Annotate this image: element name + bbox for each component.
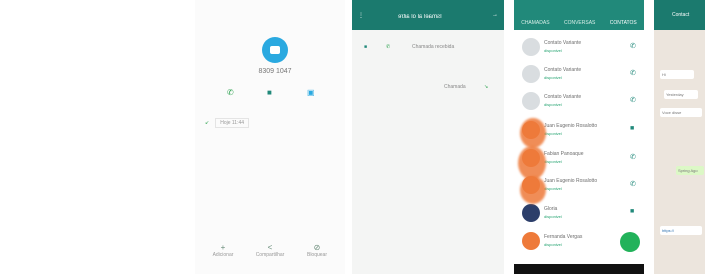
call-log-panel: Ismael al ol aitre ⋮ → ■ ✆ Chamada receb… [352,0,504,274]
add-icon: + [220,243,226,252]
avatar [522,65,540,83]
block-icon: ⊘ [313,243,321,252]
contact-status: disponivel [544,214,562,219]
contact-status: disponivel [544,131,562,136]
share-icon: < [267,243,273,252]
message-bubble: Hi [660,70,694,79]
block-button[interactable]: ⊘ Bloquear [297,243,337,258]
contact-info-panel: 8309 1047 ✆ ■ ▣ ↙ Hoje 11:44 + Adicionar … [195,0,345,274]
message-bubble: Yesterday [664,90,698,99]
avatar [522,232,540,250]
contact-name: Juan Eugenio Rosalotto [544,178,598,184]
call-icon[interactable]: ✆ [630,42,636,50]
phone-number: 8309 1047 [258,68,292,75]
contact-name: Contato Variante [544,67,582,73]
new-chat-button[interactable] [620,232,640,252]
contact-status: disponivel [544,75,562,80]
contact-status: disponivel [544,186,562,191]
contacts-panel: CHAMADAS CONVERSAS CONTATOS Contato Vari… [514,0,644,274]
call-log-label: Chamada recebida [412,44,455,50]
video-avatar-icon [262,37,288,63]
chat-header-name: Contact [672,12,690,18]
tab-bar: CHAMADAS CONVERSAS CONTATOS [514,20,644,26]
call-icon: ✆ [386,44,391,50]
redaction-blob [520,176,546,204]
tab-chats[interactable]: CONVERSAS [564,20,595,26]
contact-name: Juan Eugenio Rosalotto [544,123,598,129]
chat-panel: Contact Hi Yesterday Voce disse Spring A… [654,0,705,274]
menu-icon[interactable]: ⋮ [358,12,364,19]
link-bubble[interactable]: https:// [660,226,702,235]
video-call-icon[interactable]: ▣ [307,88,315,97]
incoming-arrow-icon: ↘ [484,84,489,90]
add-button[interactable]: + Adicionar [203,243,243,258]
contact-row[interactable]: Contato Variante disponivel ✆ [514,61,644,87]
contact-name: Contato Variante [544,94,582,100]
contact-status: disponivel [544,159,562,164]
tab-calls[interactable]: CHAMADAS [521,20,549,26]
call-icon[interactable]: ✆ [227,88,234,97]
video-icon[interactable]: ■ [630,125,634,132]
block-label: Bloquear [306,252,327,258]
back-arrow-icon[interactable]: → [492,12,498,18]
message-bubble: Spring Ago [676,166,704,175]
avatar [522,204,540,222]
contact-name: Fernanda Vergas [544,234,583,240]
call-icon[interactable]: ✆ [630,153,636,161]
call-icon[interactable]: ✆ [630,96,636,104]
call-log-label: Chamada [444,84,466,90]
contact-name: Contato Variante [544,40,582,46]
message-icon[interactable]: ■ [267,88,272,97]
incoming-arrow-icon: ↙ [205,120,210,126]
call-history-row: ↙ Hoje 11:44 [205,118,250,128]
contact-name: Gloria [544,206,558,212]
contact-row[interactable]: Contato Variante disponivel ✆ [514,34,644,60]
call-icon[interactable]: ✆ [630,69,636,77]
avatar [522,92,540,110]
video-icon: ■ [364,44,368,50]
contact-status: disponivel [544,48,562,53]
share-label: Compartilhar [255,252,285,258]
contact-name: Fabian Panoaque [544,151,584,157]
call-history-time: Hoje 11:44 [215,118,250,128]
system-nav-bar [514,264,644,274]
call-log-title: Ismael al ol aitre [398,14,442,20]
contact-row[interactable]: Contato Variante disponivel ✆ [514,88,644,114]
message-bubble: Voce disse [660,108,702,117]
video-icon[interactable]: ■ [630,208,634,215]
redaction-blob [518,146,546,180]
contact-status: disponivel [544,242,562,247]
call-icon[interactable]: ✆ [630,180,636,188]
tab-contacts[interactable]: CONTATOS [610,20,637,26]
redaction-blob [520,118,546,148]
avatar [522,38,540,56]
contact-status: disponivel [544,102,562,107]
share-button[interactable]: < Compartilhar [250,243,290,258]
add-label: Adicionar [212,252,234,258]
